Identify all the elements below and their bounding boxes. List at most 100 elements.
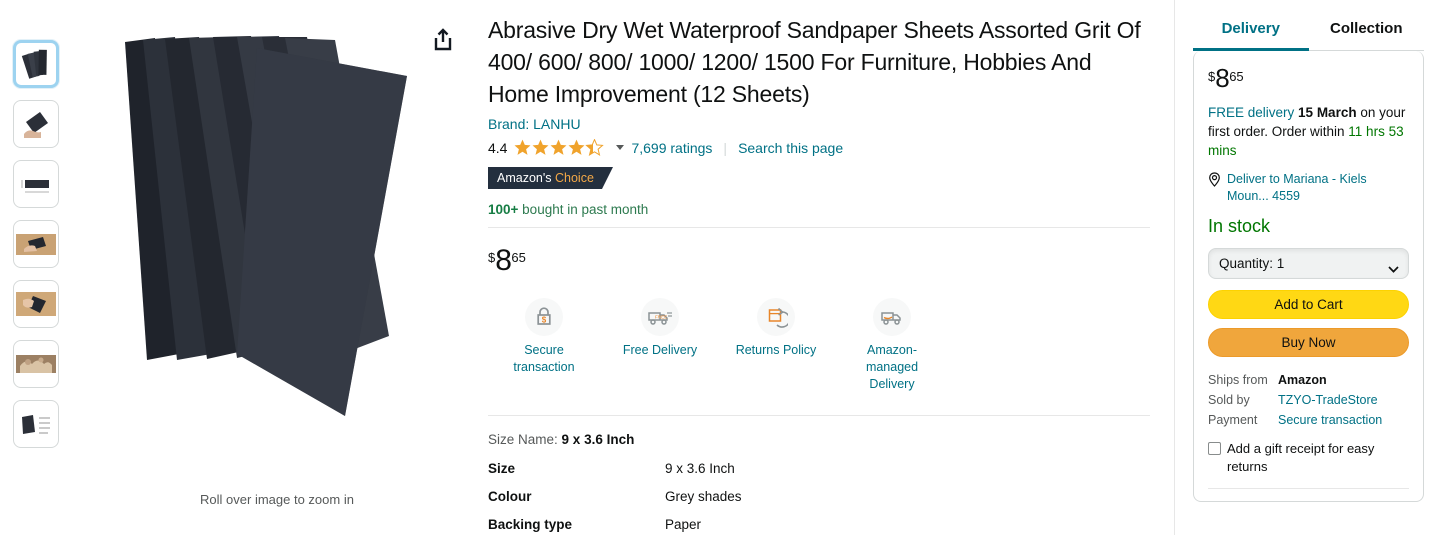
badge-free-delivery[interactable]: FREE Free Delivery <box>616 298 704 393</box>
gift-receipt-row[interactable]: Add a gift receipt for easy returns <box>1208 440 1409 476</box>
payment-row: Payment Secure transaction <box>1208 410 1409 430</box>
buy-box: $8 65 FREE delivery 15 March on your firs… <box>1193 51 1424 502</box>
returns-glyph <box>768 307 788 328</box>
thumbnail-grit-chart[interactable] <box>13 400 59 448</box>
sold-by-row: Sold by TZYO-TradeStore <box>1208 390 1409 410</box>
badge-label: Free Delivery <box>622 343 698 357</box>
thumbnail-fanned-sheets[interactable] <box>13 40 59 88</box>
rating-row: 4.4 7,699 ratings | Search this page <box>488 139 1150 156</box>
payment-label: Payment <box>1208 413 1258 427</box>
sold-by-link[interactable]: TZYO-TradeStore <box>1278 390 1378 410</box>
product-info-column: Abrasive Dry Wet Waterproof Sandpaper Sh… <box>482 0 1175 535</box>
bought-in-past-month: 100+ bought in past month <box>488 202 1150 217</box>
spec-key: Colour <box>488 489 532 504</box>
spec-key: Backing type <box>488 517 573 532</box>
lock-glyph: $ <box>537 307 551 325</box>
main-product-image[interactable] <box>107 24 447 444</box>
deliver-to-text: Deliver to Mariana - Kiels Moun... 4559 <box>1227 172 1367 203</box>
price-whole: 8 <box>495 244 512 277</box>
chevron-glyph <box>1388 265 1399 273</box>
chevron-down-icon <box>1388 261 1399 273</box>
share-glyph <box>434 28 452 51</box>
search-this-page-link[interactable]: Search this page <box>738 140 843 156</box>
star-rating[interactable] <box>514 139 606 156</box>
ships-from-row: Ships from Amazon <box>1208 370 1409 390</box>
pin-glyph <box>1209 172 1220 187</box>
thumb-image-6 <box>16 346 56 382</box>
ratings-count-link[interactable]: 7,699 ratings <box>631 140 712 156</box>
spec-value: 9 x 3.6 Inch <box>665 461 735 476</box>
share-icon[interactable] <box>432 28 454 52</box>
bought-text: bought in past month <box>518 202 649 217</box>
delivery-promise: FREE delivery 15 March on your first ord… <box>1208 103 1409 160</box>
buybox-price-fraction: 65 <box>1229 69 1244 84</box>
free-delivery-truck-icon: FREE <box>641 298 679 336</box>
thumb-image-4 <box>16 225 56 263</box>
stars-icon <box>514 139 604 156</box>
quantity-text: Quantity: 1 <box>1219 256 1284 271</box>
tab-collection[interactable]: Collection <box>1308 14 1424 51</box>
choice-prefix: Amazon's <box>497 171 552 185</box>
size-name-row: Size Name: 9 x 3.6 Inch <box>488 432 1150 447</box>
badge-label: Returns Policy <box>735 343 817 357</box>
table-row: Backing type Paper <box>488 517 1150 535</box>
thumb-image-7 <box>17 408 55 440</box>
thumbnail-wood-shavings[interactable] <box>13 340 59 388</box>
badge-secure-transaction[interactable]: $ Secure transaction <box>500 298 588 393</box>
zoom-hint-text: Roll over image to zoom in <box>200 492 354 507</box>
table-row: Size 9 x 3.6 Inch <box>488 461 1150 489</box>
badge-amazon-managed-delivery[interactable]: Amazon-managed Delivery <box>848 298 936 393</box>
spec-value: Paper <box>665 517 702 532</box>
buybox-price: $8 65 <box>1208 65 1244 91</box>
lock-icon: $ <box>525 298 563 336</box>
thumbnail-dimensions-diagram[interactable] <box>13 160 59 208</box>
rating-value: 4.4 <box>488 139 508 156</box>
badge-label: Secure transaction <box>513 343 575 374</box>
product-detail-page: Roll over image to zoom in Abrasive Dry … <box>0 0 1440 535</box>
svg-text:FREE: FREE <box>655 315 667 320</box>
divider-2 <box>488 415 1150 416</box>
delivery-collection-tabs: Delivery Collection <box>1193 14 1424 51</box>
amazons-choice-badge: Amazon's Choice <box>488 167 613 189</box>
ships-from-value: Amazon <box>1278 373 1327 387</box>
quantity-stepper[interactable]: Quantity: 1 <box>1208 248 1409 279</box>
location-pin-icon <box>1208 172 1222 205</box>
tab-delivery[interactable]: Delivery <box>1193 14 1309 51</box>
rating-dropdown-icon[interactable] <box>616 145 625 150</box>
thumb-image-5 <box>16 285 56 323</box>
sold-by-label: Sold by <box>1208 393 1250 407</box>
svg-text:$: $ <box>542 315 547 324</box>
page-title: Abrasive Dry Wet Waterproof Sandpaper Sh… <box>488 17 1141 107</box>
divider-1 <box>488 227 1150 228</box>
thumbnail-strip <box>0 0 72 535</box>
brand-link[interactable]: Brand: LANHU <box>488 116 1150 132</box>
thumbnail-sanding-block-wood[interactable] <box>13 220 59 268</box>
bought-count: 100+ <box>488 202 519 217</box>
stock-status: In stock <box>1208 216 1271 236</box>
specification-table: Size 9 x 3.6 Inch Colour Grey shades Bac… <box>488 461 1150 535</box>
buybox-price-currency: $ <box>1208 69 1216 84</box>
table-row: Colour Grey shades <box>488 489 1150 517</box>
product-image-area: Roll over image to zoom in <box>72 0 482 535</box>
gift-receipt-checkbox[interactable] <box>1208 442 1221 455</box>
choice-suffix: Choice <box>554 171 594 185</box>
thumb-image-1 <box>21 49 47 79</box>
deliver-to-address[interactable]: Deliver to Mariana - Kiels Moun... 4559 <box>1208 171 1409 205</box>
buy-box-column: Delivery Collection $8 65 FREE delivery 1… <box>1175 0 1440 535</box>
thumbnail-hand-sanding-wood[interactable] <box>13 280 59 328</box>
truck-glyph: FREE <box>648 312 672 325</box>
seller-info: Ships from Amazon Sold by TZYO-TradeStor… <box>1208 370 1409 430</box>
price-fraction: 65 <box>511 250 526 265</box>
amazon-truck-glyph <box>881 312 901 325</box>
badge-returns-policy[interactable]: Returns Policy <box>732 298 820 393</box>
amazon-truck-icon <box>873 298 911 336</box>
thumb-image-3 <box>17 168 55 200</box>
free-delivery-text[interactable]: FREE delivery <box>1208 105 1294 120</box>
delivery-date: 15 March <box>1298 105 1357 120</box>
add-to-cart-button[interactable]: Add to Cart <box>1208 290 1409 319</box>
thumbnail-hand-holding-sheet[interactable] <box>13 100 59 148</box>
buy-now-button[interactable]: Buy Now <box>1208 328 1409 357</box>
payment-link[interactable]: Secure transaction <box>1278 410 1382 430</box>
trust-badges-row: $ Secure transaction FREE Free Delivery … <box>488 298 1150 393</box>
badge-label: Amazon-managed Delivery <box>865 343 919 391</box>
